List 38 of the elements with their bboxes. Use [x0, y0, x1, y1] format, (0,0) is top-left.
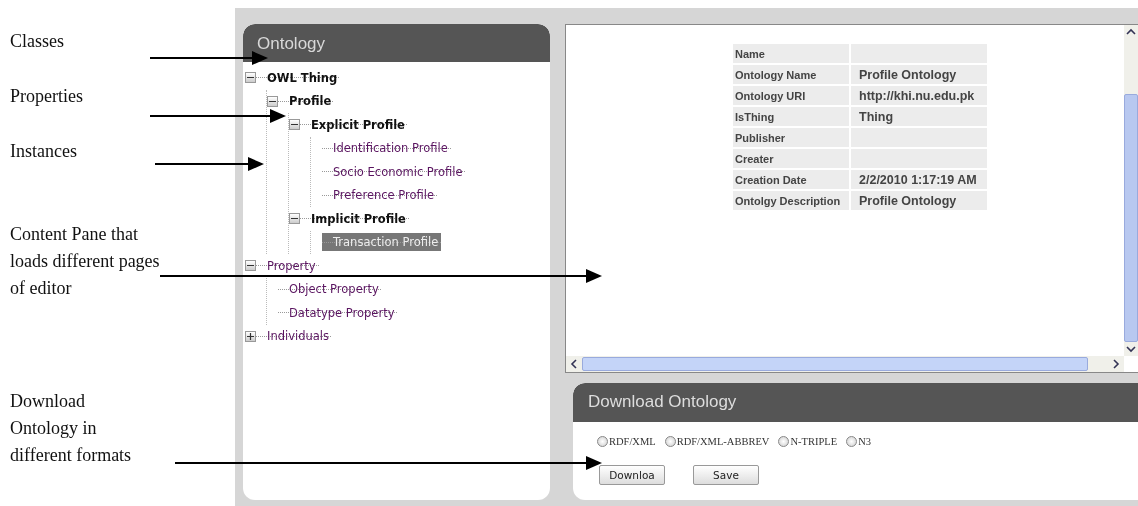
annotation-text: Classes	[10, 30, 65, 53]
table-cell: Publisher	[733, 128, 849, 147]
annotation-text: Content Pane that loads different pages of editor	[10, 223, 161, 300]
table-cell: Profile Ontology	[851, 191, 987, 210]
annotation-text: Instances	[10, 140, 78, 163]
format-radio[interactable]: N-TRIPLE	[778, 436, 838, 447]
panel-title: Ontology	[243, 24, 550, 62]
table-cell: IsThing	[733, 107, 849, 126]
tree-item[interactable]: Object Property	[278, 280, 382, 299]
tree-item[interactable]: Transaction Profile	[322, 233, 442, 252]
expand-icon[interactable]	[245, 330, 256, 342]
vertical-scrollbar[interactable]	[1124, 25, 1138, 356]
format-radio[interactable]: N3	[846, 436, 871, 447]
table-cell: Creation Date	[733, 170, 849, 189]
annotation-text: Properties	[10, 85, 84, 108]
table-cell: Thing	[851, 107, 987, 126]
scrollbar-thumb[interactable]	[1124, 94, 1138, 342]
table-cell: http://khi.nu.edu.pk	[851, 86, 987, 105]
scrollbar-thumb[interactable]	[582, 357, 1088, 371]
table-cell: 2/2/2010 1:17:19 AM	[851, 170, 987, 189]
format-radio[interactable]: RDF/XML-ABBREV	[664, 436, 770, 447]
table-cell: Ontolgy Description	[733, 191, 849, 210]
format-radio[interactable]: RDF/XML	[597, 436, 656, 447]
annotation-text: Download Ontology in different formats	[10, 390, 133, 467]
collapse-icon[interactable]	[245, 72, 256, 84]
table-cell: Ontology URI	[733, 86, 849, 105]
collapse-icon[interactable]	[289, 119, 300, 131]
action-button[interactable]: Downloa	[599, 465, 665, 485]
collapse-icon[interactable]	[289, 213, 300, 225]
panel-title: Download Ontology	[573, 383, 1138, 422]
collapse-icon[interactable]	[267, 95, 278, 107]
table-cell: Name	[733, 44, 849, 63]
table-cell: Ontology Name	[733, 65, 849, 84]
action-button[interactable]: Save	[693, 465, 759, 485]
collapse-icon[interactable]	[245, 260, 256, 272]
horizontal-scrollbar[interactable]	[566, 356, 1124, 372]
table-cell: Profile Ontology	[851, 65, 987, 84]
table-cell: Creater	[733, 149, 849, 168]
